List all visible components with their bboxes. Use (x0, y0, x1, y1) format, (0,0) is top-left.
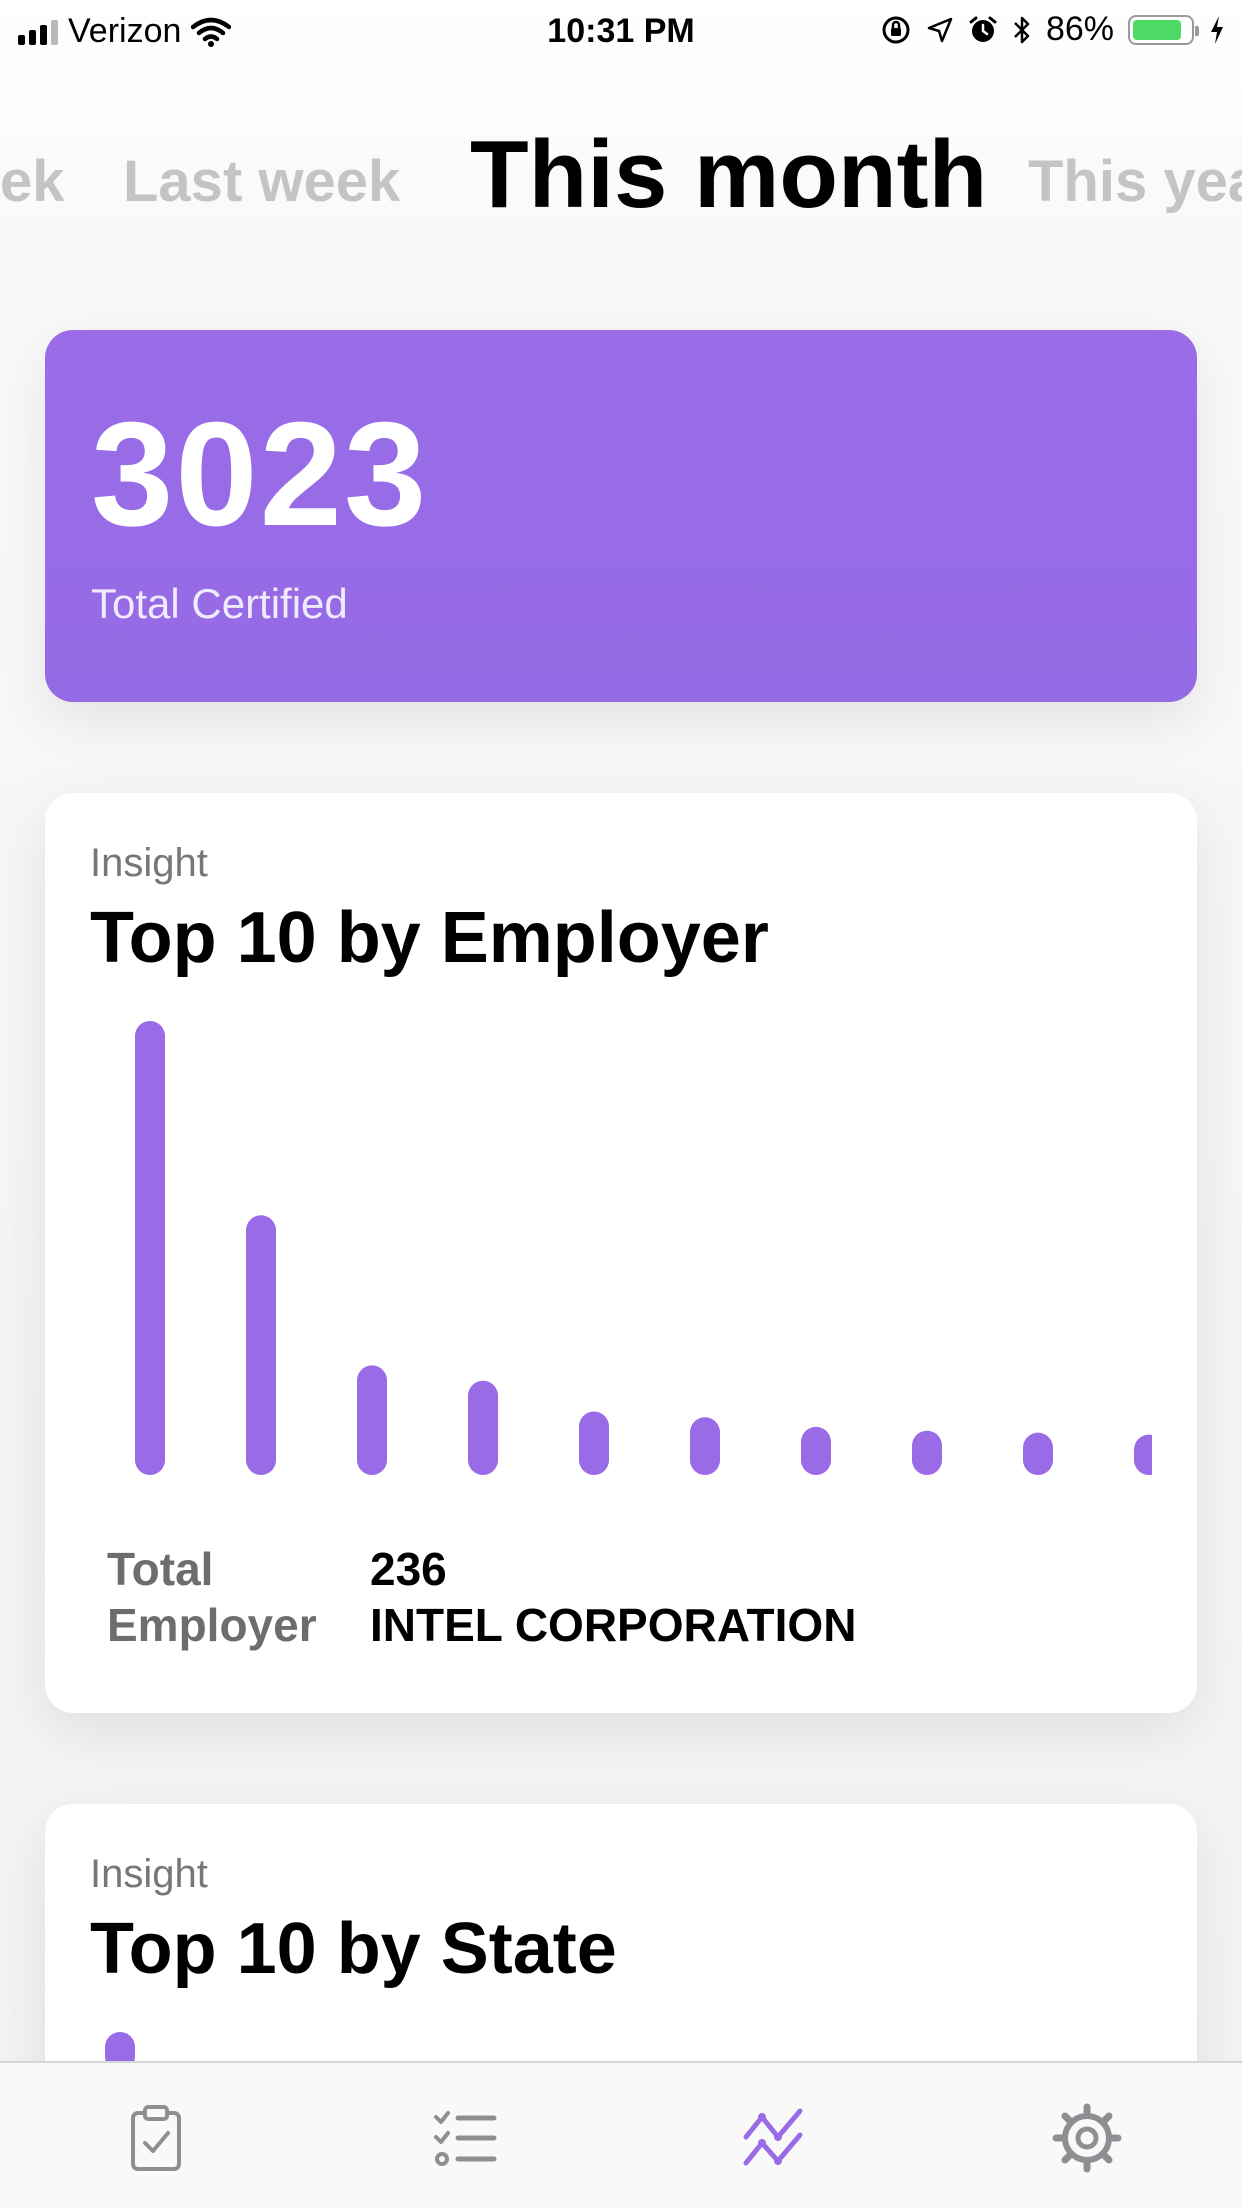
employer-bar-7[interactable] (801, 1426, 831, 1475)
battery-percent: 86% (1045, 10, 1114, 48)
total-label-line1: Total (107, 1543, 214, 1595)
rotation-lock-icon (882, 16, 910, 43)
total-employer-value: 236 INTEL CORPORATION (370, 1541, 856, 1653)
total-certified-value: 3023 (91, 392, 429, 557)
tab-this-month[interactable]: This month (470, 120, 987, 230)
employer-insight-card[interactable]: Insight Top 10 by Employer Total Employe… (45, 793, 1197, 1713)
employer-bar-6[interactable] (690, 1417, 720, 1475)
employer-bar-1[interactable] (135, 1021, 165, 1475)
tab-last-week[interactable]: Last week (123, 148, 400, 215)
insight-kicker: Insight (90, 841, 208, 885)
total-certified-label: Total Certified (91, 580, 348, 627)
charging-icon (1211, 15, 1223, 44)
checklist-icon (434, 2111, 497, 2166)
selected-count: 236 (370, 1543, 447, 1595)
clipboard-check-icon (131, 2105, 181, 2171)
employer-bar-2[interactable] (246, 1215, 276, 1475)
battery-cap (1195, 25, 1199, 36)
battery-fill (1133, 19, 1181, 40)
tab-bar-item-insights[interactable] (740, 2103, 810, 2173)
tab-this-year[interactable]: This yea (1028, 148, 1242, 215)
employer-bar-9[interactable] (1023, 1432, 1053, 1475)
tab-bar (0, 2061, 1242, 2208)
employer-bar-3[interactable] (357, 1365, 387, 1475)
tab-bar-item-list[interactable] (430, 2103, 500, 2173)
alarm-icon (969, 16, 997, 42)
employer-bar-10[interactable] (1134, 1434, 1152, 1475)
bluetooth-icon (1014, 16, 1030, 43)
selected-employer-name: INTEL CORPORATION (370, 1599, 857, 1651)
employer-chart-svg (135, 1021, 1152, 1475)
total-certified-card[interactable]: 3023 Total Certified (45, 330, 1197, 702)
employer-bar-5[interactable] (579, 1411, 609, 1475)
location-icon (927, 17, 953, 42)
total-employer-label: Total Employer (107, 1541, 317, 1653)
employer-bar-chart (90, 1021, 1152, 1475)
employer-bar-8[interactable] (912, 1430, 942, 1475)
status-right: 86% (880, 10, 1226, 49)
app-screen: Verizon 10:31 PM 86% ek Last week This m… (0, 0, 1242, 2208)
gear-icon (1052, 2103, 1122, 2173)
employer-bar-4[interactable] (468, 1380, 498, 1475)
insight-title: Top 10 by State (90, 1909, 617, 1989)
status-bar: Verizon 10:31 PM 86% (0, 0, 1242, 62)
period-tabs: ek Last week This month This yea (0, 120, 1242, 240)
tab-this-week[interactable]: ek (0, 148, 65, 215)
insights-chart-icon (743, 2108, 803, 2166)
battery-icon (1128, 14, 1199, 45)
tab-bar-item-certified[interactable] (121, 2103, 191, 2173)
total-label-line2: Employer (107, 1599, 317, 1651)
insight-title: Top 10 by Employer (90, 898, 769, 978)
tab-bar-item-settings[interactable] (1052, 2103, 1122, 2173)
insight-kicker: Insight (90, 1852, 208, 1896)
